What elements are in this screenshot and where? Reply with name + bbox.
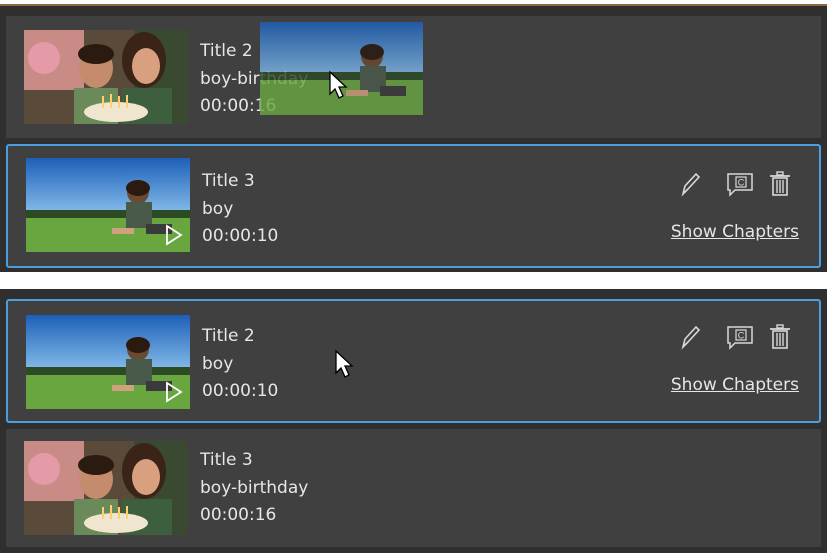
title-label: Title 3 (202, 171, 255, 191)
svg-text:C: C (738, 178, 745, 188)
title-row[interactable]: Title 3 boy-birthday 00:00:16 (6, 429, 821, 547)
title-label: Title 2 (202, 326, 255, 346)
trash-icon[interactable] (767, 170, 793, 198)
show-chapters-link[interactable]: Show Chapters (671, 375, 799, 395)
trash-icon[interactable] (767, 323, 793, 351)
title-label: Title 3 (200, 450, 253, 470)
birthday-thumbnail[interactable] (24, 30, 188, 124)
clip-duration: 00:00:10 (202, 226, 279, 246)
boy-field-thumbnail[interactable] (26, 315, 190, 409)
title-meta: Title 2 boy 00:00:10 (202, 323, 278, 406)
show-chapters-link[interactable]: Show Chapters (671, 222, 799, 242)
chapter-c-icon[interactable]: C (725, 170, 755, 198)
title-meta: Title 3 boy-birthday 00:00:16 (200, 447, 308, 530)
mouse-cursor-icon (329, 70, 348, 99)
clip-name: boy-birthday (200, 477, 309, 498)
clip-name: boy (202, 353, 234, 374)
pencil-icon[interactable] (677, 170, 703, 198)
title-meta: Title 3 boy 00:00:10 (202, 168, 278, 251)
birthday-thumbnail[interactable] (24, 441, 188, 535)
pencil-icon[interactable] (677, 323, 703, 351)
title-list-panel-before: Title 2 boy-birthday 00:00:16 Title 3 bo… (0, 4, 827, 272)
chapter-c-icon[interactable]: C (725, 323, 755, 351)
mouse-cursor-icon (335, 349, 354, 378)
play-icon[interactable] (164, 381, 184, 403)
title-row-selected[interactable]: Title 3 boy 00:00:10 C Show Chapters (6, 144, 821, 268)
row-actions: C Show Chapters (659, 170, 799, 250)
boy-field-thumbnail[interactable] (26, 158, 190, 252)
row-actions: C Show Chapters (659, 323, 799, 403)
clip-name: boy (202, 198, 234, 219)
drag-ghost-thumbnail (260, 22, 423, 115)
clip-duration: 00:00:16 (200, 505, 277, 525)
title-list-panel-after: Title 2 boy 00:00:10 C Show Chapters Tit… (0, 289, 827, 553)
title-row-selected[interactable]: Title 2 boy 00:00:10 C Show Chapters (6, 299, 821, 423)
play-icon[interactable] (164, 224, 184, 246)
svg-text:C: C (738, 331, 745, 341)
clip-duration: 00:00:10 (202, 381, 279, 401)
